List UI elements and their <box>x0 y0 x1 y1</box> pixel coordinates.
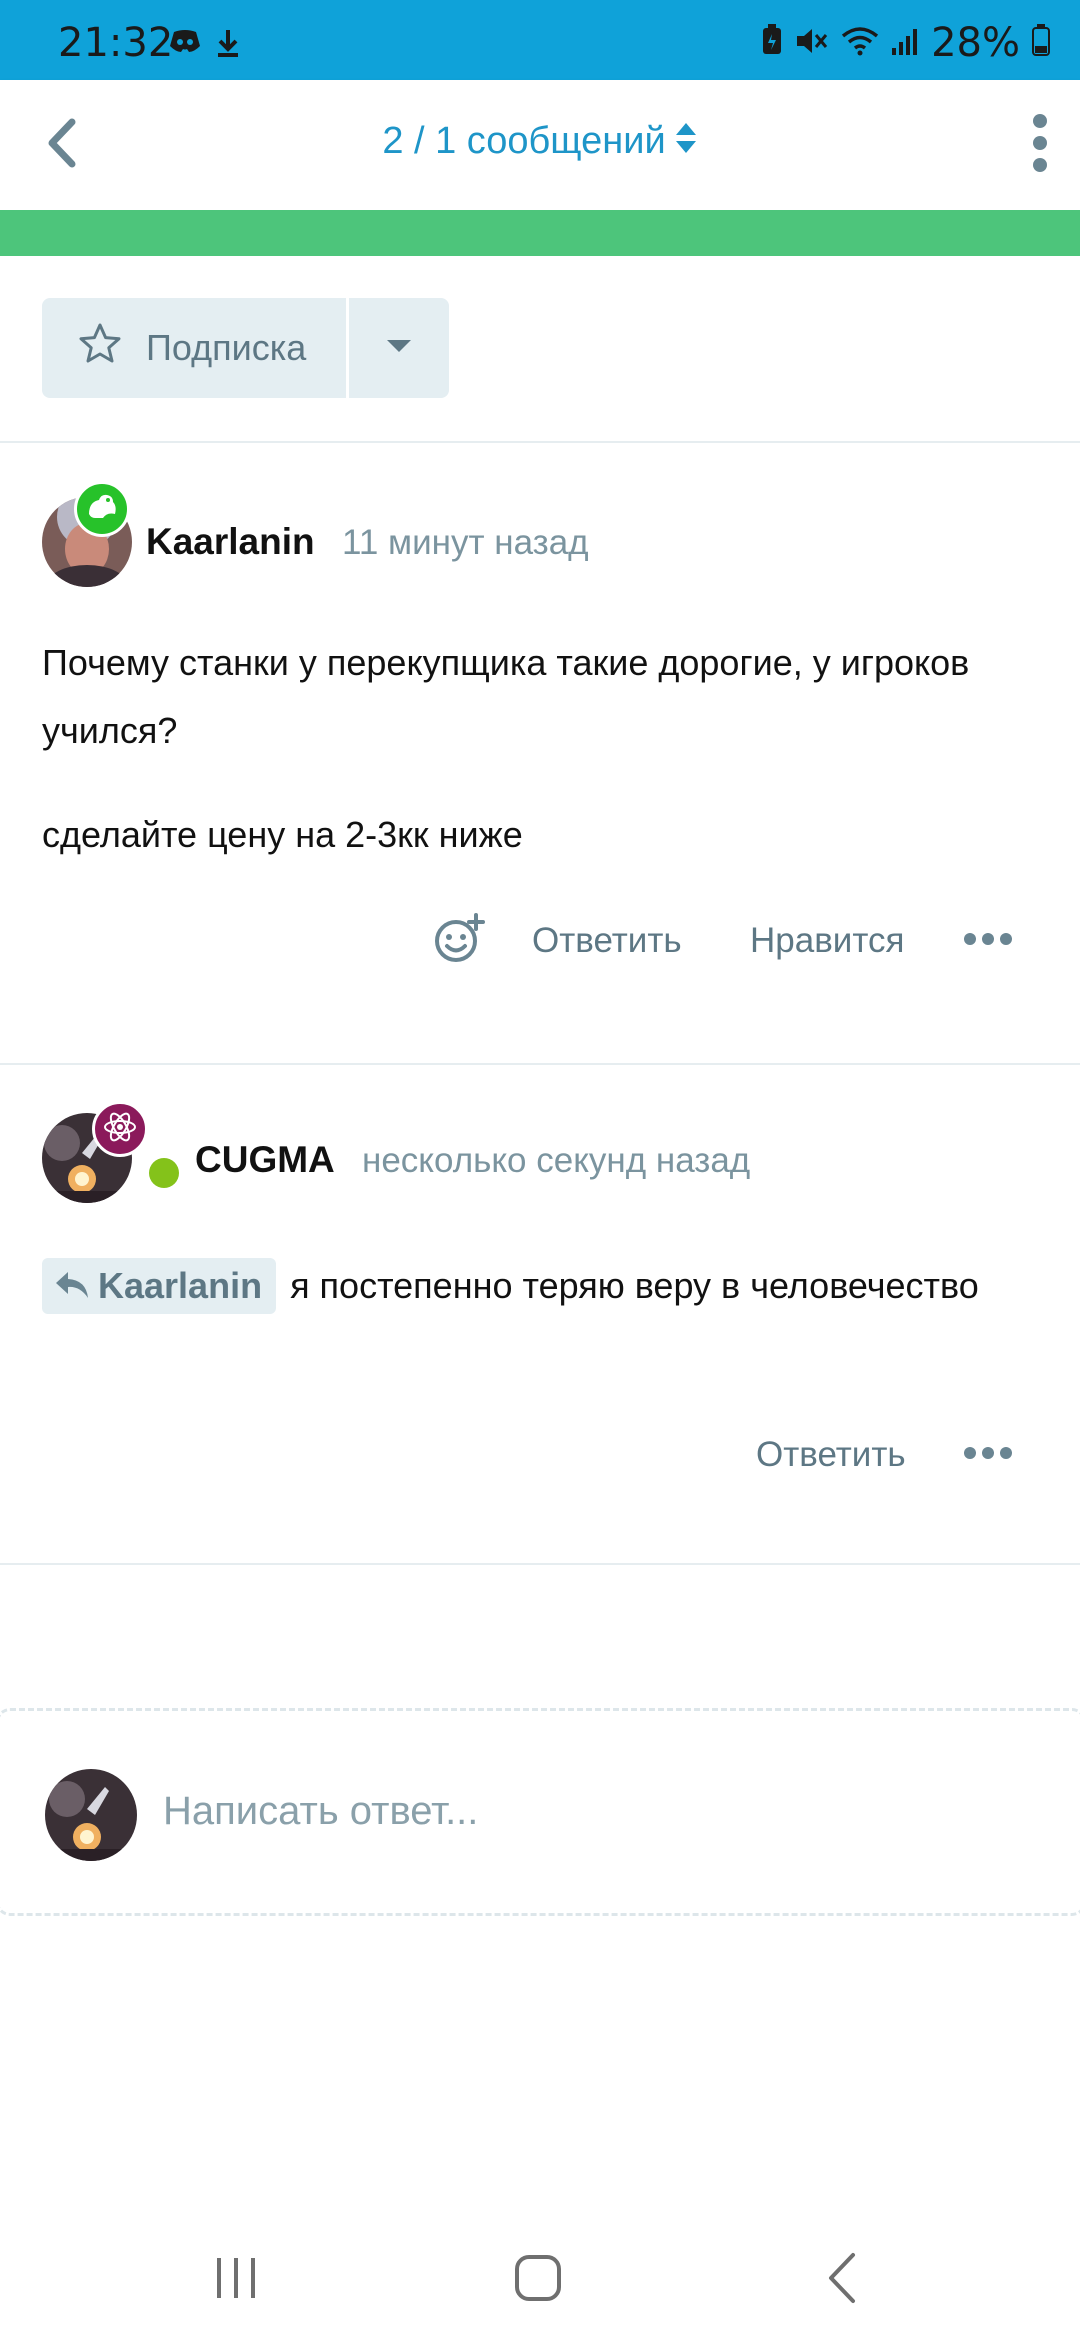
reply-editor[interactable]: Написать ответ... <box>0 1708 1080 1916</box>
author-name[interactable]: Kaarlanin <box>146 521 315 563</box>
top-app-bar: 2 / 1 сообщений <box>0 80 1080 210</box>
add-reaction-button[interactable] <box>434 913 486 974</box>
user-badge <box>74 481 130 537</box>
quote-mention-chip[interactable]: Kaarlanin <box>42 1258 277 1314</box>
battery-icon <box>1032 20 1050 66</box>
reply-input[interactable]: Написать ответ... <box>163 1789 478 1834</box>
star-outline-icon <box>78 322 122 375</box>
more-dots-icon[interactable] <box>964 1443 1012 1463</box>
nav-back-button[interactable] <box>802 2250 882 2310</box>
home-icon <box>513 2253 563 2308</box>
post-time[interactable]: несколько секунд назад <box>362 1141 750 1181</box>
frog-icon <box>85 492 119 527</box>
online-status-dot <box>149 1158 179 1188</box>
post-item: Kaarlanin 11 минут назад Почему станки у… <box>0 443 1080 1063</box>
author-name[interactable]: CUGMA <box>195 1139 335 1181</box>
subscribe-group: Подписка <box>42 298 449 398</box>
mute-icon <box>795 20 829 66</box>
status-bar: 21:32 28% <box>0 0 1080 80</box>
post-paragraph: Почему станки у перекупщика такие дороги… <box>42 642 970 751</box>
reply-button[interactable]: Ответить <box>756 1435 906 1475</box>
like-button[interactable]: Нравится <box>750 921 904 961</box>
add-reaction-icon <box>434 913 486 973</box>
discord-icon <box>168 28 202 63</box>
post-paragraph: я постепенно теряю веру в человечество <box>290 1265 979 1306</box>
post-content: Почему станки у перекупщика такие дороги… <box>42 629 1042 869</box>
more-menu-button[interactable] <box>1020 110 1060 180</box>
avatar[interactable] <box>42 1101 148 1203</box>
status-strip <box>0 210 1080 256</box>
reply-button[interactable]: Ответить <box>532 921 682 961</box>
avatar[interactable] <box>42 481 132 587</box>
sort-updown-icon <box>674 120 698 166</box>
divider <box>0 1563 1080 1565</box>
post-time[interactable]: 11 минут назад <box>342 523 589 563</box>
wifi-icon <box>841 20 879 66</box>
caret-down-icon <box>386 338 412 359</box>
back-icon <box>827 2252 857 2309</box>
recent-apps-button[interactable] <box>196 2250 276 2310</box>
post-paragraph: сделайте цену на 2-3кк ниже <box>42 814 523 855</box>
kebab-menu-icon <box>1030 113 1050 178</box>
download-icon <box>216 28 240 63</box>
avatar <box>45 1769 137 1861</box>
message-counter-label: 2 / 1 сообщений <box>382 120 666 163</box>
reply-arrow-icon <box>54 1265 98 1306</box>
quote-target-name: Kaarlanin <box>98 1265 263 1306</box>
battery-saver-icon <box>761 20 783 66</box>
user-badge <box>92 1101 148 1157</box>
recent-apps-icon <box>213 2256 259 2305</box>
message-counter[interactable]: 2 / 1 сообщений <box>0 120 1080 166</box>
subscribe-options-button[interactable] <box>349 298 449 398</box>
atom-icon <box>102 1109 138 1150</box>
home-button[interactable] <box>498 2250 578 2310</box>
system-nav-bar <box>0 2200 1080 2340</box>
post-content: Kaarlanin я постепенно теряю веру в челов… <box>42 1253 1042 1319</box>
subscribe-label: Подписка <box>146 327 307 368</box>
signal-icon <box>891 20 919 66</box>
battery-percent: 28% <box>931 20 1020 66</box>
more-dots-icon[interactable] <box>964 929 1012 949</box>
post-item: CUGMA несколько секунд назад Kaarlanin я … <box>0 1065 1080 1563</box>
status-time: 21:32 <box>58 20 174 66</box>
subscribe-button[interactable]: Подписка <box>42 298 346 398</box>
